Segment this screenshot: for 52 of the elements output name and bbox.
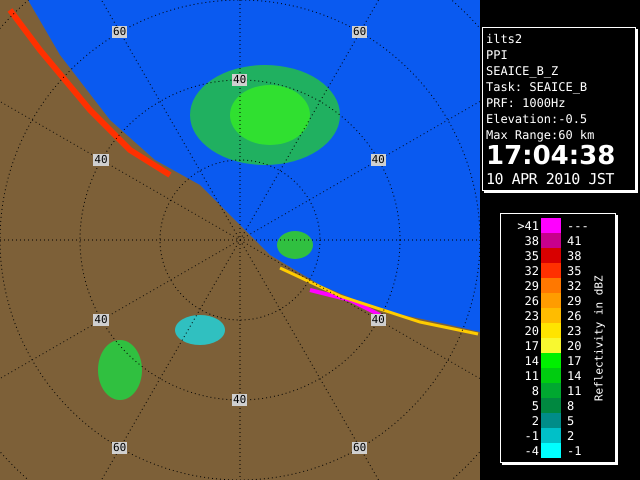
legend-low-label: 20 (524, 324, 540, 338)
range-label: 40 (232, 394, 248, 406)
range-label: 60 (112, 26, 128, 38)
legend-high-label: 35 (566, 264, 582, 278)
legend-low-label: 38 (524, 234, 540, 248)
legend-low-label: 8 (530, 384, 540, 398)
legend-high-label: 14 (566, 368, 582, 382)
range-label: 60 (112, 442, 128, 454)
legend-high-label: -1 (566, 444, 582, 458)
info-line: ilts2 (486, 31, 524, 47)
range-label: 40 (232, 74, 248, 86)
range-label: 40 (93, 154, 109, 166)
info-line: Task: SEAICE_B (486, 79, 588, 95)
info-line: SEAICE_B_Z (486, 63, 560, 79)
legend-high-label: 5 (566, 414, 576, 428)
legend-high-label: 38 (566, 248, 582, 262)
legend-high-label: 11 (566, 384, 582, 398)
legend-low-label: 32 (524, 264, 540, 278)
legend-high-label: 8 (566, 398, 576, 412)
legend-high-label: 26 (566, 308, 582, 322)
legend-high-label: 2 (566, 428, 576, 442)
range-label: 40 (370, 154, 386, 166)
legend-low-label: 5 (530, 398, 540, 412)
info-line: Max Range:60 km (486, 127, 596, 143)
legend-low-label: 11 (524, 368, 540, 382)
legend-high-label: 23 (566, 324, 582, 338)
info-line: Elevation:-0.5 (486, 111, 588, 127)
date-text: 10 APR 2010 JST (486, 169, 615, 189)
legend-low-label: 26 (524, 294, 540, 308)
info-line: PRF: 1000Hz (486, 95, 566, 111)
range-label: 60 (352, 442, 368, 454)
legend-high-label: 29 (566, 294, 582, 308)
legend-low-label: 23 (524, 308, 540, 322)
legend-low-label: 14 (524, 354, 540, 368)
range-label: 40 (93, 314, 109, 326)
range-label: 60 (352, 26, 368, 38)
legend-low-label: -4 (524, 444, 540, 458)
time-text: 17:04:38 (486, 143, 616, 169)
legend-low-label: -1 (524, 428, 540, 442)
legend-low-label: 35 (524, 248, 540, 262)
info-line: PPI (486, 47, 509, 63)
legend-low-label: 29 (524, 278, 540, 292)
legend-low-label: >41 (516, 218, 540, 232)
legend-high-label: --- (566, 218, 590, 232)
legend-high-label: 17 (566, 354, 582, 368)
range-label: 40 (370, 314, 386, 326)
legend-high-label: 20 (566, 338, 582, 352)
legend-high-label: 41 (566, 234, 582, 248)
legend-low-label: 2 (530, 414, 540, 428)
legend-title: Reflectivity in dBZ (592, 275, 607, 401)
legend-high-label: 32 (566, 278, 582, 292)
legend-low-label: 17 (524, 338, 540, 352)
